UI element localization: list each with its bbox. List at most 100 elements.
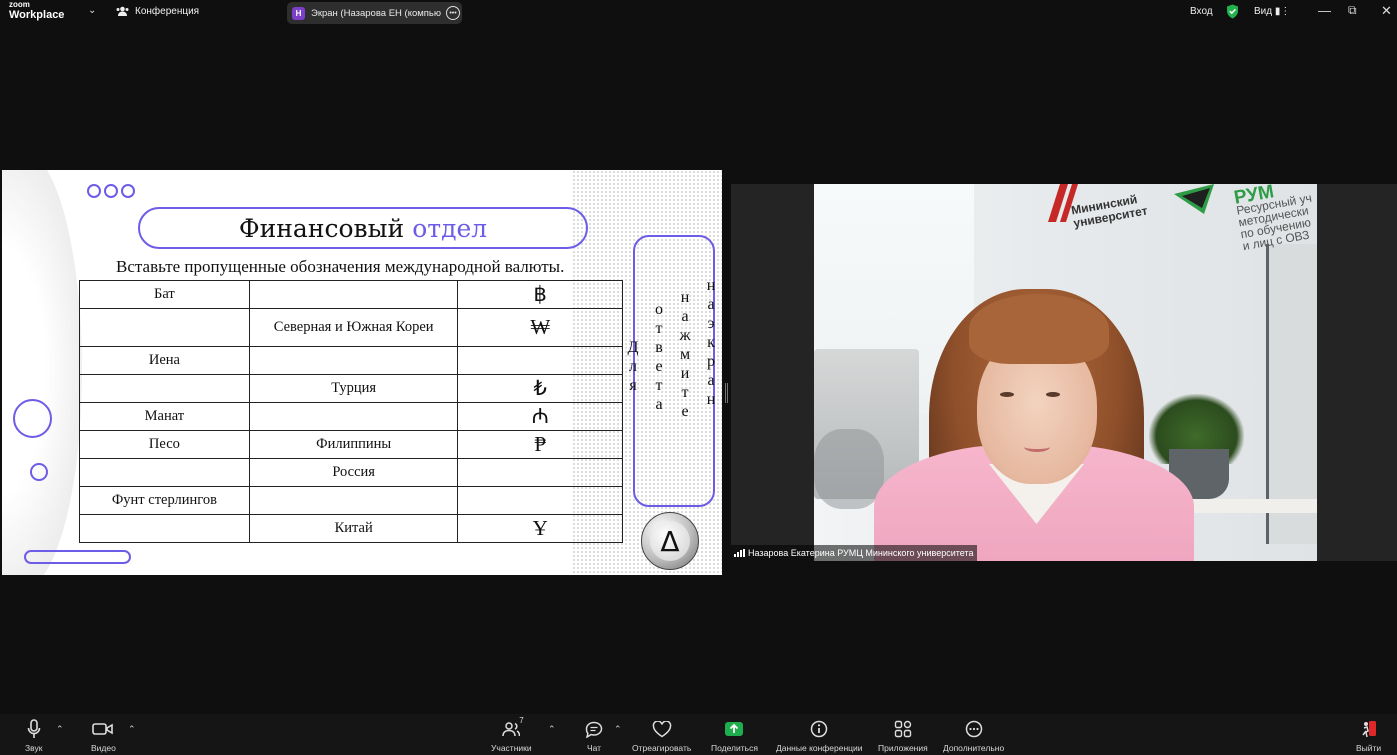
people-icon xyxy=(116,6,129,16)
table-row: Китай Ұ xyxy=(79,514,623,543)
participants-label: Участники xyxy=(491,743,532,753)
currency-cell: Манат xyxy=(79,402,250,431)
vertical-word: на экран xyxy=(706,277,716,408)
close-icon[interactable]: ✕ xyxy=(1381,3,1392,19)
participants-icon xyxy=(502,722,521,737)
slide-subtitle: Вставьте пропущенные обозначения междуна… xyxy=(116,257,565,276)
screen-share-tab[interactable]: H Экран (Назарова ЕН (компьютер ••• xyxy=(287,2,462,24)
meeting-info-label: Данные конференции xyxy=(776,743,863,753)
grid-view-icon: ▮⋮ xyxy=(1274,6,1291,17)
decorative-circle xyxy=(13,399,52,438)
symbol-cell: ₺ xyxy=(457,374,623,403)
person-eye xyxy=(1000,392,1014,397)
video-tile[interactable]: Мининский университет РУМ Ресурсный уч м… xyxy=(731,184,1397,561)
share-screen-icon xyxy=(725,722,744,736)
info-icon xyxy=(811,720,828,738)
symbol-cell xyxy=(457,346,623,375)
person-bangs xyxy=(969,294,1109,364)
audio-options-chevron-icon[interactable]: ⌃ xyxy=(56,724,64,735)
decorative-circle xyxy=(87,184,101,198)
participant-name-bar: Назарова Екатерина РУМЦ Мининского униве… xyxy=(731,545,977,561)
currency-cell: Песо xyxy=(79,430,250,459)
country-cell: Турция xyxy=(248,374,459,403)
more-label: Дополнительно xyxy=(943,743,1005,753)
microphone-icon xyxy=(27,719,41,738)
symbol-cell: ₼ xyxy=(457,402,623,431)
symbol-cell xyxy=(457,458,623,487)
logo-line2: Workplace xyxy=(9,9,65,21)
top-bar: zoom Workplace ⌄ Конференция H Экран (На… xyxy=(0,0,1397,26)
more-button[interactable]: Дополнительно xyxy=(943,718,1004,753)
chat-icon xyxy=(585,721,603,738)
leave-button[interactable]: Выйти xyxy=(1356,718,1381,753)
decorative-circle xyxy=(30,463,48,481)
decorative-bar xyxy=(24,550,131,564)
more-icon xyxy=(965,720,982,738)
participant-name: Назарова Екатерина РУМЦ Мининского униве… xyxy=(748,548,974,558)
participants-count: 7 xyxy=(519,716,524,725)
table-row: Турция ₺ xyxy=(79,374,623,403)
chat-options-chevron-icon[interactable]: ⌃ xyxy=(614,724,622,735)
currency-cell xyxy=(79,458,250,487)
split-view-handle[interactable] xyxy=(725,383,729,403)
symbol-cell: ₱ xyxy=(457,430,623,459)
title-main: Финансовый xyxy=(238,213,405,243)
leave-label: Выйти xyxy=(1356,743,1382,753)
apps-button[interactable]: Приложения xyxy=(878,718,928,753)
slide-control-button[interactable]: Δ xyxy=(641,512,699,570)
participants-button[interactable]: 7 Участники xyxy=(491,716,532,753)
chat-label: Чат xyxy=(586,743,602,753)
react-button[interactable]: Отреагировать xyxy=(632,718,691,753)
currency-cell: Фунт стерлингов xyxy=(79,486,250,515)
shield-check-icon[interactable] xyxy=(1226,4,1239,19)
view-button[interactable]: Вид ▮⋮ xyxy=(1254,6,1290,17)
currency-cell: Иена xyxy=(79,346,250,375)
rumc-logo-icon xyxy=(1174,184,1214,214)
symbol-cell xyxy=(457,486,623,515)
video-options-chevron-icon[interactable]: ⌃ xyxy=(128,724,136,735)
table-row: Северная и Южная Кореи ₩ xyxy=(79,308,623,347)
leave-icon xyxy=(1361,721,1376,738)
logo-line1: zoom xyxy=(9,0,30,9)
meeting-toolbar: Звук ⌃ Видео ⌃ 7 Участники ⌃ Чат ⌃ Отреа… xyxy=(0,714,1397,755)
answer-box[interactable] xyxy=(633,235,715,507)
country-cell xyxy=(248,402,459,431)
video-button[interactable]: Видео xyxy=(91,718,116,753)
chevron-down-icon[interactable]: ⌄ xyxy=(88,5,96,16)
decorative-circle xyxy=(104,184,118,198)
table-row: Фунт стерлингов xyxy=(79,486,623,515)
vertical-word: ответа xyxy=(655,301,663,413)
share-button[interactable]: Поделиться xyxy=(711,718,758,753)
decorative-swirl xyxy=(2,170,82,575)
apps-label: Приложения xyxy=(878,743,928,753)
vertical-word: Для xyxy=(627,339,639,394)
chat-button[interactable]: Чат xyxy=(585,718,603,753)
decorative-circle xyxy=(121,184,135,198)
rumc-logo-text: РУМ Ресурсный уч методически по обучению… xyxy=(1233,184,1317,253)
meeting-info-button[interactable]: Данные конференции xyxy=(776,718,863,753)
audio-label: Звук xyxy=(25,743,43,753)
person-eye xyxy=(1046,392,1060,397)
participants-options-chevron-icon[interactable]: ⌃ xyxy=(548,724,556,735)
country-cell xyxy=(248,486,459,515)
login-button[interactable]: Вход xyxy=(1190,6,1213,17)
country-cell: Северная и Южная Кореи xyxy=(248,308,459,347)
video-label: Видео xyxy=(91,743,116,753)
view-label: Вид xyxy=(1254,6,1273,17)
currency-cell: Бат xyxy=(79,280,250,309)
country-cell: Китай xyxy=(248,514,459,543)
currency-cell xyxy=(79,308,250,347)
meeting-menu[interactable]: Конференция xyxy=(116,6,199,17)
more-options-icon[interactable]: ••• xyxy=(446,6,460,20)
table-row: Иена xyxy=(79,346,623,375)
triangle-icon: Δ xyxy=(650,521,690,561)
zoom-logo: zoom Workplace xyxy=(9,1,64,21)
audio-button[interactable]: Звук xyxy=(25,718,42,753)
title-accent: отдел xyxy=(412,213,488,243)
symbol-cell: ฿ xyxy=(457,280,623,309)
restore-icon[interactable]: ⧉ xyxy=(1348,3,1357,18)
heart-icon xyxy=(652,720,671,737)
minimize-icon[interactable]: — xyxy=(1318,3,1331,18)
signal-icon xyxy=(734,549,745,557)
country-cell xyxy=(248,280,459,309)
